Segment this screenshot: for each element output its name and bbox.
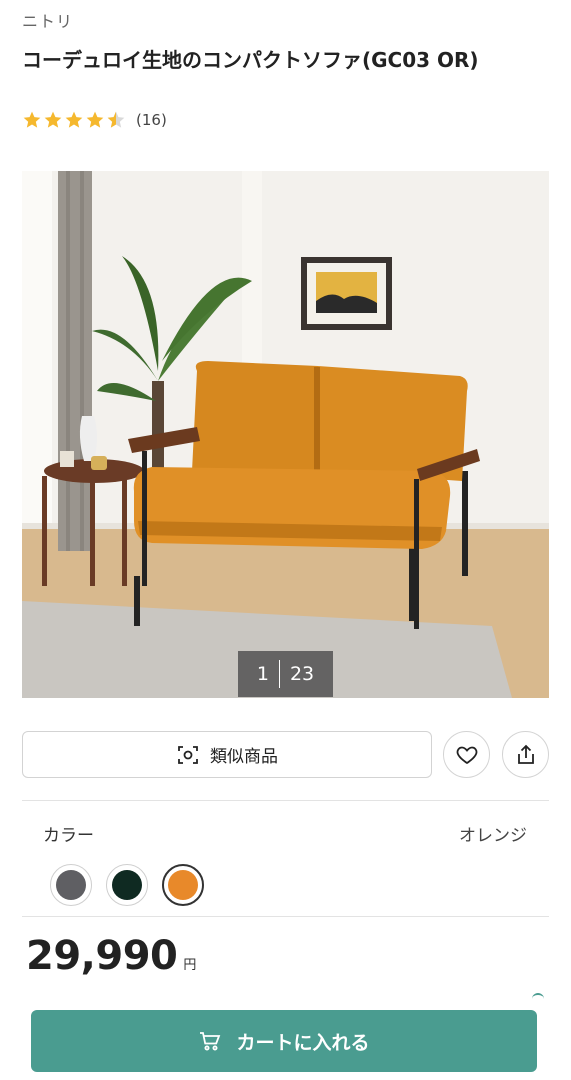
- product-image-gallery[interactable]: 1 23: [22, 171, 549, 698]
- color-swatch-orange[interactable]: [162, 864, 204, 906]
- similar-items-button[interactable]: 類似商品: [22, 731, 432, 778]
- star-icon: [86, 111, 104, 128]
- color-label: カラー: [43, 826, 94, 846]
- image-counter-divider: [278, 660, 280, 688]
- product-image: [22, 171, 549, 698]
- star-icon: [44, 111, 62, 128]
- swatch-dot: [56, 870, 86, 900]
- section-divider: [22, 800, 549, 801]
- rating-stars: [22, 110, 126, 130]
- price-value: 29,990: [26, 933, 178, 979]
- review-count[interactable]: (16): [136, 111, 167, 129]
- half-star-icon: [107, 111, 125, 128]
- image-counter-total: 23: [289, 663, 315, 685]
- swatch-dot: [168, 870, 198, 900]
- star-icon: [65, 111, 83, 128]
- favorite-button[interactable]: [443, 731, 490, 778]
- brand-name[interactable]: ニトリ: [22, 8, 73, 32]
- loading-spinner-icon: [532, 993, 544, 1005]
- share-button[interactable]: [502, 731, 549, 778]
- share-icon: [517, 744, 534, 764]
- color-selected-value: オレンジ: [459, 826, 527, 846]
- cart-icon: [200, 1032, 221, 1051]
- add-to-cart-button[interactable]: カートに入れる: [31, 1010, 537, 1072]
- price: 29,990 円: [26, 933, 196, 979]
- heart-icon: [456, 746, 477, 764]
- similar-items-label: 類似商品: [210, 747, 278, 767]
- price-unit: 円: [183, 958, 197, 973]
- rating[interactable]: (16): [22, 108, 167, 132]
- color-swatch-dark-green[interactable]: [106, 864, 148, 906]
- image-counter-current: 1: [256, 663, 269, 685]
- add-to-cart-label: カートに入れる: [236, 1031, 370, 1054]
- image-counter: 1 23: [238, 651, 333, 697]
- star-icon: [23, 111, 41, 128]
- scan-icon: [178, 745, 198, 764]
- color-swatch-gray[interactable]: [50, 864, 92, 906]
- section-divider: [22, 916, 549, 917]
- swatch-dot: [112, 870, 142, 900]
- color-swatches: [50, 864, 204, 906]
- product-title: コーデュロイ生地のコンパクトソファ(GC03 OR): [22, 48, 479, 72]
